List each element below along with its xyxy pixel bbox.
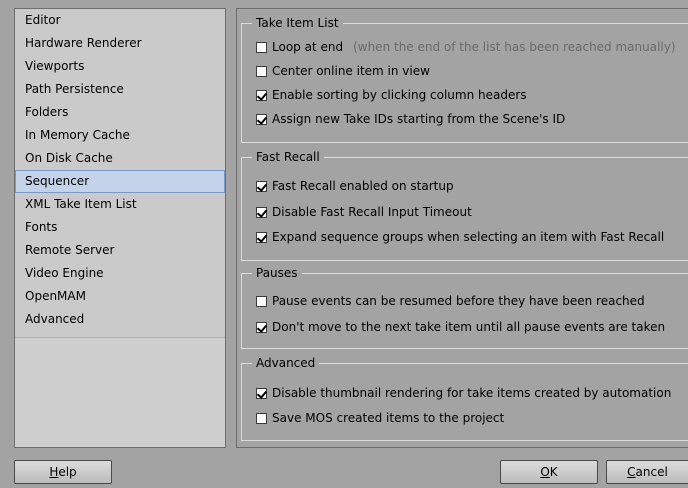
cancel-label: ancel xyxy=(635,465,668,479)
fast-recall-startup-option[interactable]: Fast Recall enabled on startup xyxy=(256,177,454,195)
fast-recall-startup-checkbox[interactable] xyxy=(256,180,267,192)
sidebar-item-viewports[interactable]: Viewports xyxy=(15,55,225,78)
option-hint: (when the end of the list has been reach… xyxy=(353,40,676,54)
help-mnemonic: H xyxy=(49,465,59,479)
save-mos-option[interactable]: Save MOS created items to the project xyxy=(256,409,504,427)
group-title: Pauses xyxy=(252,265,302,281)
disable-thumbnail-checkbox[interactable] xyxy=(256,387,267,399)
option-label: Pause events can be resumed before they … xyxy=(272,294,645,308)
option-label: Center online item in view xyxy=(272,64,430,78)
pauses-group: Pauses Pause events can be resumed befor… xyxy=(241,265,688,349)
pause-resume-checkbox[interactable] xyxy=(256,295,267,307)
help-button[interactable]: Help xyxy=(14,460,112,484)
dont-move-next-checkbox[interactable] xyxy=(256,321,267,333)
help-label: elp xyxy=(58,465,77,479)
option-label: Save MOS created items to the project xyxy=(272,411,505,425)
advanced-group: Advanced Disable thumbnail rendering for… xyxy=(241,355,688,441)
disable-thumbnail-option[interactable]: Disable thumbnail rendering for take ite… xyxy=(256,384,671,402)
cancel-mnemonic: C xyxy=(627,465,636,479)
disable-input-timeout-checkbox[interactable] xyxy=(256,206,267,218)
option-label: Don't move to the next take item until a… xyxy=(272,320,666,334)
ok-button[interactable]: OK xyxy=(500,460,598,484)
loop-at-end-option[interactable]: Loop at end (when the end of the list ha… xyxy=(256,38,676,56)
disable-input-timeout-option[interactable]: Disable Fast Recall Input Timeout xyxy=(256,203,472,221)
expand-sequence-groups-checkbox[interactable] xyxy=(256,231,267,243)
group-title: Take Item List xyxy=(252,15,343,31)
enable-sorting-option[interactable]: Enable sorting by clicking column header… xyxy=(256,86,527,104)
settings-category-list: Editor Hardware Renderer Viewports Path … xyxy=(14,8,226,448)
sidebar-item-openmam[interactable]: OpenMAM xyxy=(15,285,225,308)
ok-mnemonic: O xyxy=(540,465,550,479)
sidebar-item-on-disk-cache[interactable]: On Disk Cache xyxy=(15,147,225,170)
sidebar-item-editor[interactable]: Editor xyxy=(15,9,225,32)
sidebar-item-xml-take-item-list[interactable]: XML Take Item List xyxy=(15,193,225,216)
sequencer-settings-panel: Take Item List Loop at end (when the end… xyxy=(236,8,688,448)
group-title: Fast Recall xyxy=(252,149,324,165)
sidebar-item-hardware-renderer[interactable]: Hardware Renderer xyxy=(15,32,225,55)
category-list-items: Editor Hardware Renderer Viewports Path … xyxy=(15,9,225,338)
fast-recall-group: Fast Recall Fast Recall enabled on start… xyxy=(241,149,688,261)
center-online-item-option[interactable]: Center online item in view xyxy=(256,62,430,80)
group-title: Advanced xyxy=(252,355,320,371)
option-label: Disable thumbnail rendering for take ite… xyxy=(272,386,672,400)
expand-sequence-groups-option[interactable]: Expand sequence groups when selecting an… xyxy=(256,228,664,246)
option-label: Fast Recall enabled on startup xyxy=(272,179,454,193)
sidebar-item-in-memory-cache[interactable]: In Memory Cache xyxy=(15,124,225,147)
option-label: Enable sorting by clicking column header… xyxy=(272,88,527,102)
sidebar-item-path-persistence[interactable]: Path Persistence xyxy=(15,78,225,101)
option-label: Loop at end xyxy=(272,40,344,54)
enable-sorting-checkbox[interactable] xyxy=(256,89,267,101)
sidebar-item-sequencer[interactable]: Sequencer xyxy=(15,170,225,193)
dont-move-next-option[interactable]: Don't move to the next take item until a… xyxy=(256,318,665,336)
ok-label: K xyxy=(549,465,558,479)
option-label: Assign new Take IDs starting from the Sc… xyxy=(272,112,566,126)
assign-take-ids-checkbox[interactable] xyxy=(256,113,267,125)
center-online-item-checkbox[interactable] xyxy=(256,65,267,77)
assign-take-ids-option[interactable]: Assign new Take IDs starting from the Sc… xyxy=(256,110,565,128)
option-label: Expand sequence groups when selecting an… xyxy=(272,230,665,244)
sidebar-item-folders[interactable]: Folders xyxy=(15,101,225,124)
sidebar-item-video-engine[interactable]: Video Engine xyxy=(15,262,225,285)
loop-at-end-checkbox[interactable] xyxy=(256,41,267,53)
cancel-button[interactable]: Cancel xyxy=(606,460,688,484)
option-label: Disable Fast Recall Input Timeout xyxy=(272,205,472,219)
save-mos-checkbox[interactable] xyxy=(256,412,267,424)
take-item-list-group: Take Item List Loop at end (when the end… xyxy=(241,15,688,143)
pause-resume-option[interactable]: Pause events can be resumed before they … xyxy=(256,292,645,310)
sidebar-item-advanced[interactable]: Advanced xyxy=(15,308,225,331)
sidebar-item-remote-server[interactable]: Remote Server xyxy=(15,239,225,262)
sidebar-item-fonts[interactable]: Fonts xyxy=(15,216,225,239)
